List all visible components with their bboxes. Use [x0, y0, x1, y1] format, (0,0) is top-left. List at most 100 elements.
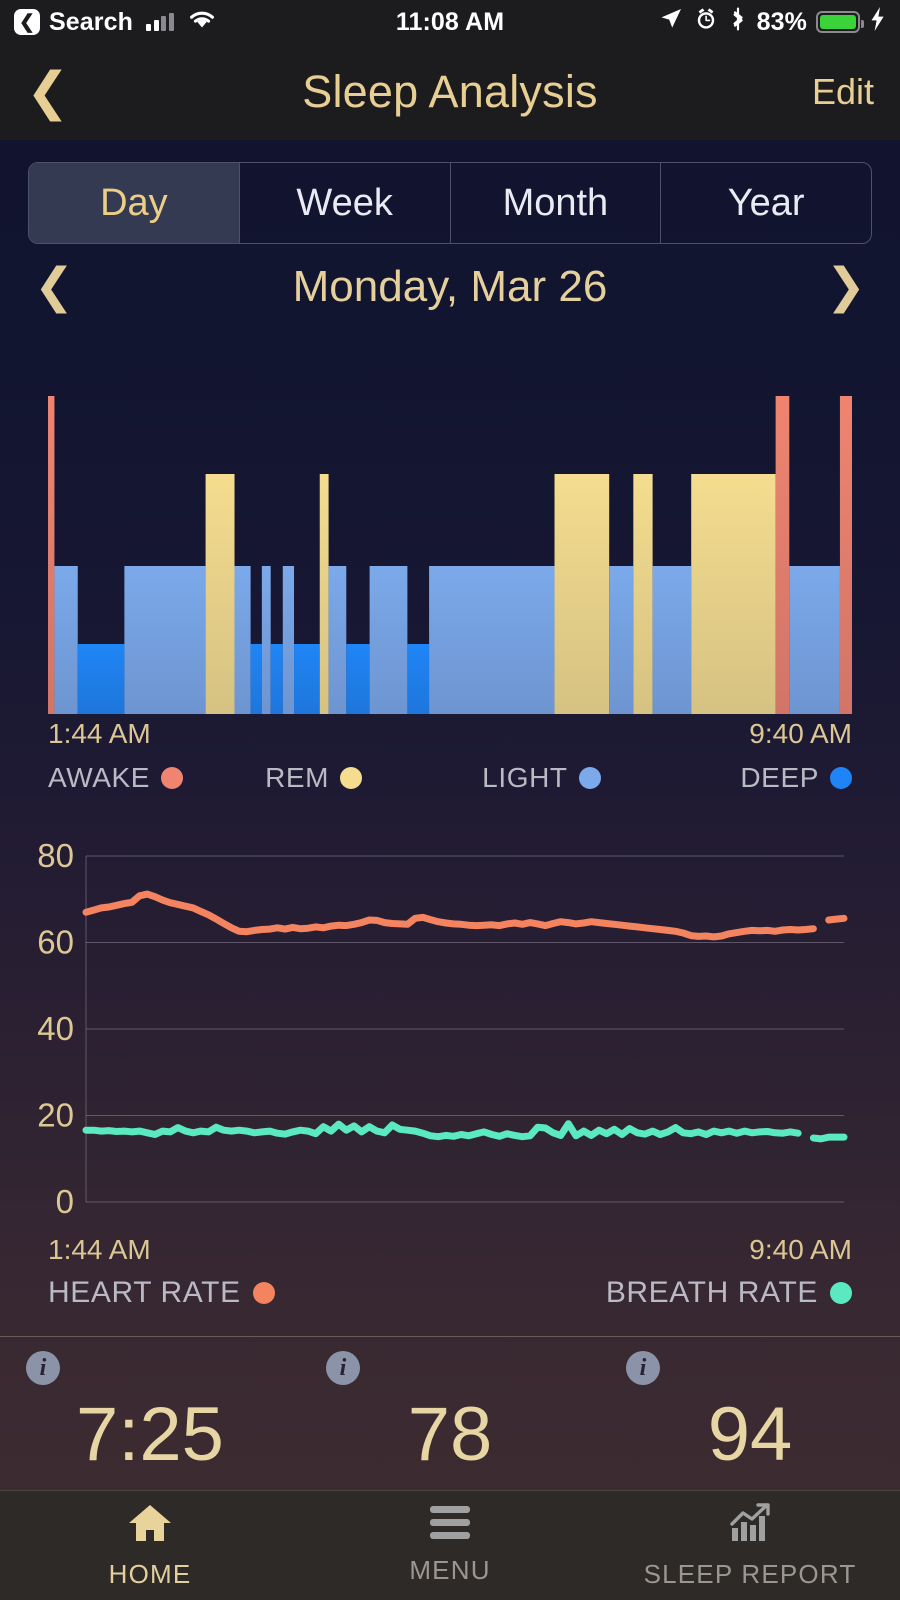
status-bar-back-label[interactable]: Search	[49, 8, 133, 37]
navigation-bar: ❮ Sleep Analysis Edit	[0, 44, 900, 140]
stat-card-sleep-efficiency[interactable]: i 94	[600, 1351, 900, 1490]
hypnogram-segment-rem	[205, 474, 235, 714]
date-navigator: ❮ Monday, Mar 26 ❯	[0, 244, 900, 322]
legend-dot-awake	[161, 767, 184, 789]
legend-label-awake: AWAKE	[48, 762, 151, 793]
wifi-icon	[187, 8, 217, 37]
vitals-svg: 0 20 40 60 80	[37, 837, 848, 1220]
hypnogram-legend: AWAKE REM LIGHT DEEP	[0, 750, 900, 794]
hypnogram-segment-light	[369, 566, 408, 714]
status-bar: ❮ Search 11:08 AM 83%	[0, 0, 900, 44]
info-icon[interactable]: i	[326, 1351, 360, 1385]
tab-label-sleep-report: SLEEP REPORT	[643, 1558, 857, 1589]
vitals-chart[interactable]: 0 20 40 60 80	[0, 794, 900, 1230]
hypnogram-segment-light	[282, 566, 295, 714]
hypnogram-segment-deep	[346, 644, 370, 714]
hamburger-menu-icon	[430, 1505, 470, 1545]
legend-item-light: LIGHT	[482, 762, 691, 794]
lightning-bolt-icon	[869, 6, 886, 39]
tab-week[interactable]: Week	[238, 163, 450, 243]
hypnogram-segment-deep	[294, 644, 320, 714]
next-day-button[interactable]: ❯	[826, 263, 866, 311]
hypnogram-chart[interactable]	[0, 322, 900, 714]
hypnogram-segment-light	[234, 566, 251, 714]
hypnogram-segment-light	[54, 566, 78, 714]
y-axis-tick-label: 40	[37, 1010, 74, 1047]
hypnogram-segment-deep	[270, 644, 283, 714]
stat-card-sleep-score[interactable]: i 78	[300, 1351, 600, 1490]
stat-card-sleep-duration[interactable]: i 7:25	[0, 1351, 300, 1490]
y-axis-tick-label: 20	[37, 1097, 74, 1134]
hypnogram-segment-light	[652, 566, 692, 714]
vitals-legend: HEART RATE BREATH RATE	[0, 1266, 900, 1310]
legend-item-breath-rate: BREATH RATE	[606, 1276, 852, 1310]
legend-dot-heart-rate	[252, 1282, 275, 1304]
legend-item-deep: DEEP	[691, 762, 852, 794]
hypnogram-end-time: 9:40 AM	[749, 718, 852, 749]
y-axis-tick-label: 80	[37, 837, 74, 874]
chart-trend-icon	[726, 1502, 774, 1549]
page-title: Sleep Analysis	[302, 66, 598, 117]
tab-month[interactable]: Month	[449, 163, 661, 243]
chevron-left-icon[interactable]: ❮	[26, 66, 70, 118]
current-date-label: Monday, Mar 26	[292, 262, 608, 311]
series-line-breath-rate	[82, 1120, 802, 1141]
legend-label-rem: REM	[265, 762, 330, 793]
hypnogram-segment-awake	[839, 396, 852, 714]
battery-icon	[816, 11, 864, 33]
legend-item-awake: AWAKE	[48, 762, 265, 794]
bottom-tab-bar: HOME MENU SLEEP REPORT	[0, 1490, 900, 1600]
hypnogram-segment-deep	[250, 644, 262, 714]
legend-item-heart-rate: HEART RATE	[48, 1276, 275, 1310]
legend-dot-deep	[830, 767, 852, 789]
legend-label-heart-rate: HEART RATE	[48, 1276, 241, 1309]
home-icon	[126, 1502, 174, 1549]
hypnogram-segment-awake	[775, 396, 790, 714]
hypnogram-segment-rem	[554, 474, 610, 714]
legend-item-rem: REM	[265, 762, 482, 794]
location-arrow-icon	[658, 6, 684, 39]
hypnogram-segment-light	[429, 566, 555, 714]
tab-label-menu: MENU	[409, 1554, 491, 1585]
info-icon[interactable]: i	[26, 1351, 60, 1385]
legend-label-breath-rate: BREATH RATE	[605, 1276, 818, 1309]
tab-year[interactable]: Year	[660, 163, 871, 243]
series-line-heart-rate	[82, 890, 817, 941]
legend-dot-rem	[340, 767, 363, 789]
series-line-heart-rate	[825, 914, 848, 924]
info-icon[interactable]: i	[626, 1351, 660, 1385]
stat-value-sleep-efficiency: 94	[707, 1392, 793, 1477]
hypnogram-segment-deep	[407, 644, 430, 714]
y-axis-tick-label: 60	[37, 924, 74, 961]
hypnogram-segment-awake	[48, 396, 55, 714]
tab-home[interactable]: HOME	[0, 1502, 300, 1590]
bluetooth-icon	[728, 6, 748, 39]
hypnogram-segment-light	[609, 566, 634, 714]
status-bar-right: 83%	[658, 6, 886, 39]
legend-dot-light	[578, 767, 601, 789]
cellular-signal-icon	[146, 13, 174, 31]
series-line-breath-rate	[809, 1133, 848, 1143]
hypnogram-time-axis: 1:44 AM 9:40 AM	[0, 714, 900, 750]
period-segmented-control[interactable]: Day Week Month Year	[28, 162, 872, 244]
summary-stats-row: i 7:25 i 78 i 94	[0, 1336, 900, 1490]
y-axis-tick-label: 0	[56, 1183, 74, 1220]
vitals-start-time: 1:44 AM	[48, 1234, 151, 1265]
edit-button[interactable]: Edit	[812, 71, 874, 113]
hypnogram-segment-light	[328, 566, 347, 714]
tab-sleep-report[interactable]: SLEEP REPORT	[600, 1502, 900, 1590]
legend-dot-breath-rate	[830, 1282, 852, 1304]
battery-percent-label: 83%	[756, 7, 807, 36]
vitals-time-axis: 1:44 AM 9:40 AM	[0, 1230, 900, 1266]
period-selector-wrap: Day Week Month Year	[0, 140, 900, 244]
sleep-analysis-screen: ❮ Search 11:08 AM 83% ❮ Sleep Analysis E…	[0, 0, 900, 1600]
alarm-clock-icon	[693, 6, 719, 39]
hypnogram-segment-rem	[691, 474, 776, 714]
tab-menu[interactable]: MENU	[300, 1505, 600, 1586]
hypnogram-segment-light	[261, 566, 271, 714]
previous-day-button[interactable]: ❮	[34, 263, 74, 311]
chevron-left-boxed-icon[interactable]: ❮	[14, 9, 40, 35]
hypnogram-segment-deep	[77, 644, 125, 714]
tab-day[interactable]: Day	[29, 163, 239, 243]
tab-label-home: HOME	[108, 1558, 192, 1589]
